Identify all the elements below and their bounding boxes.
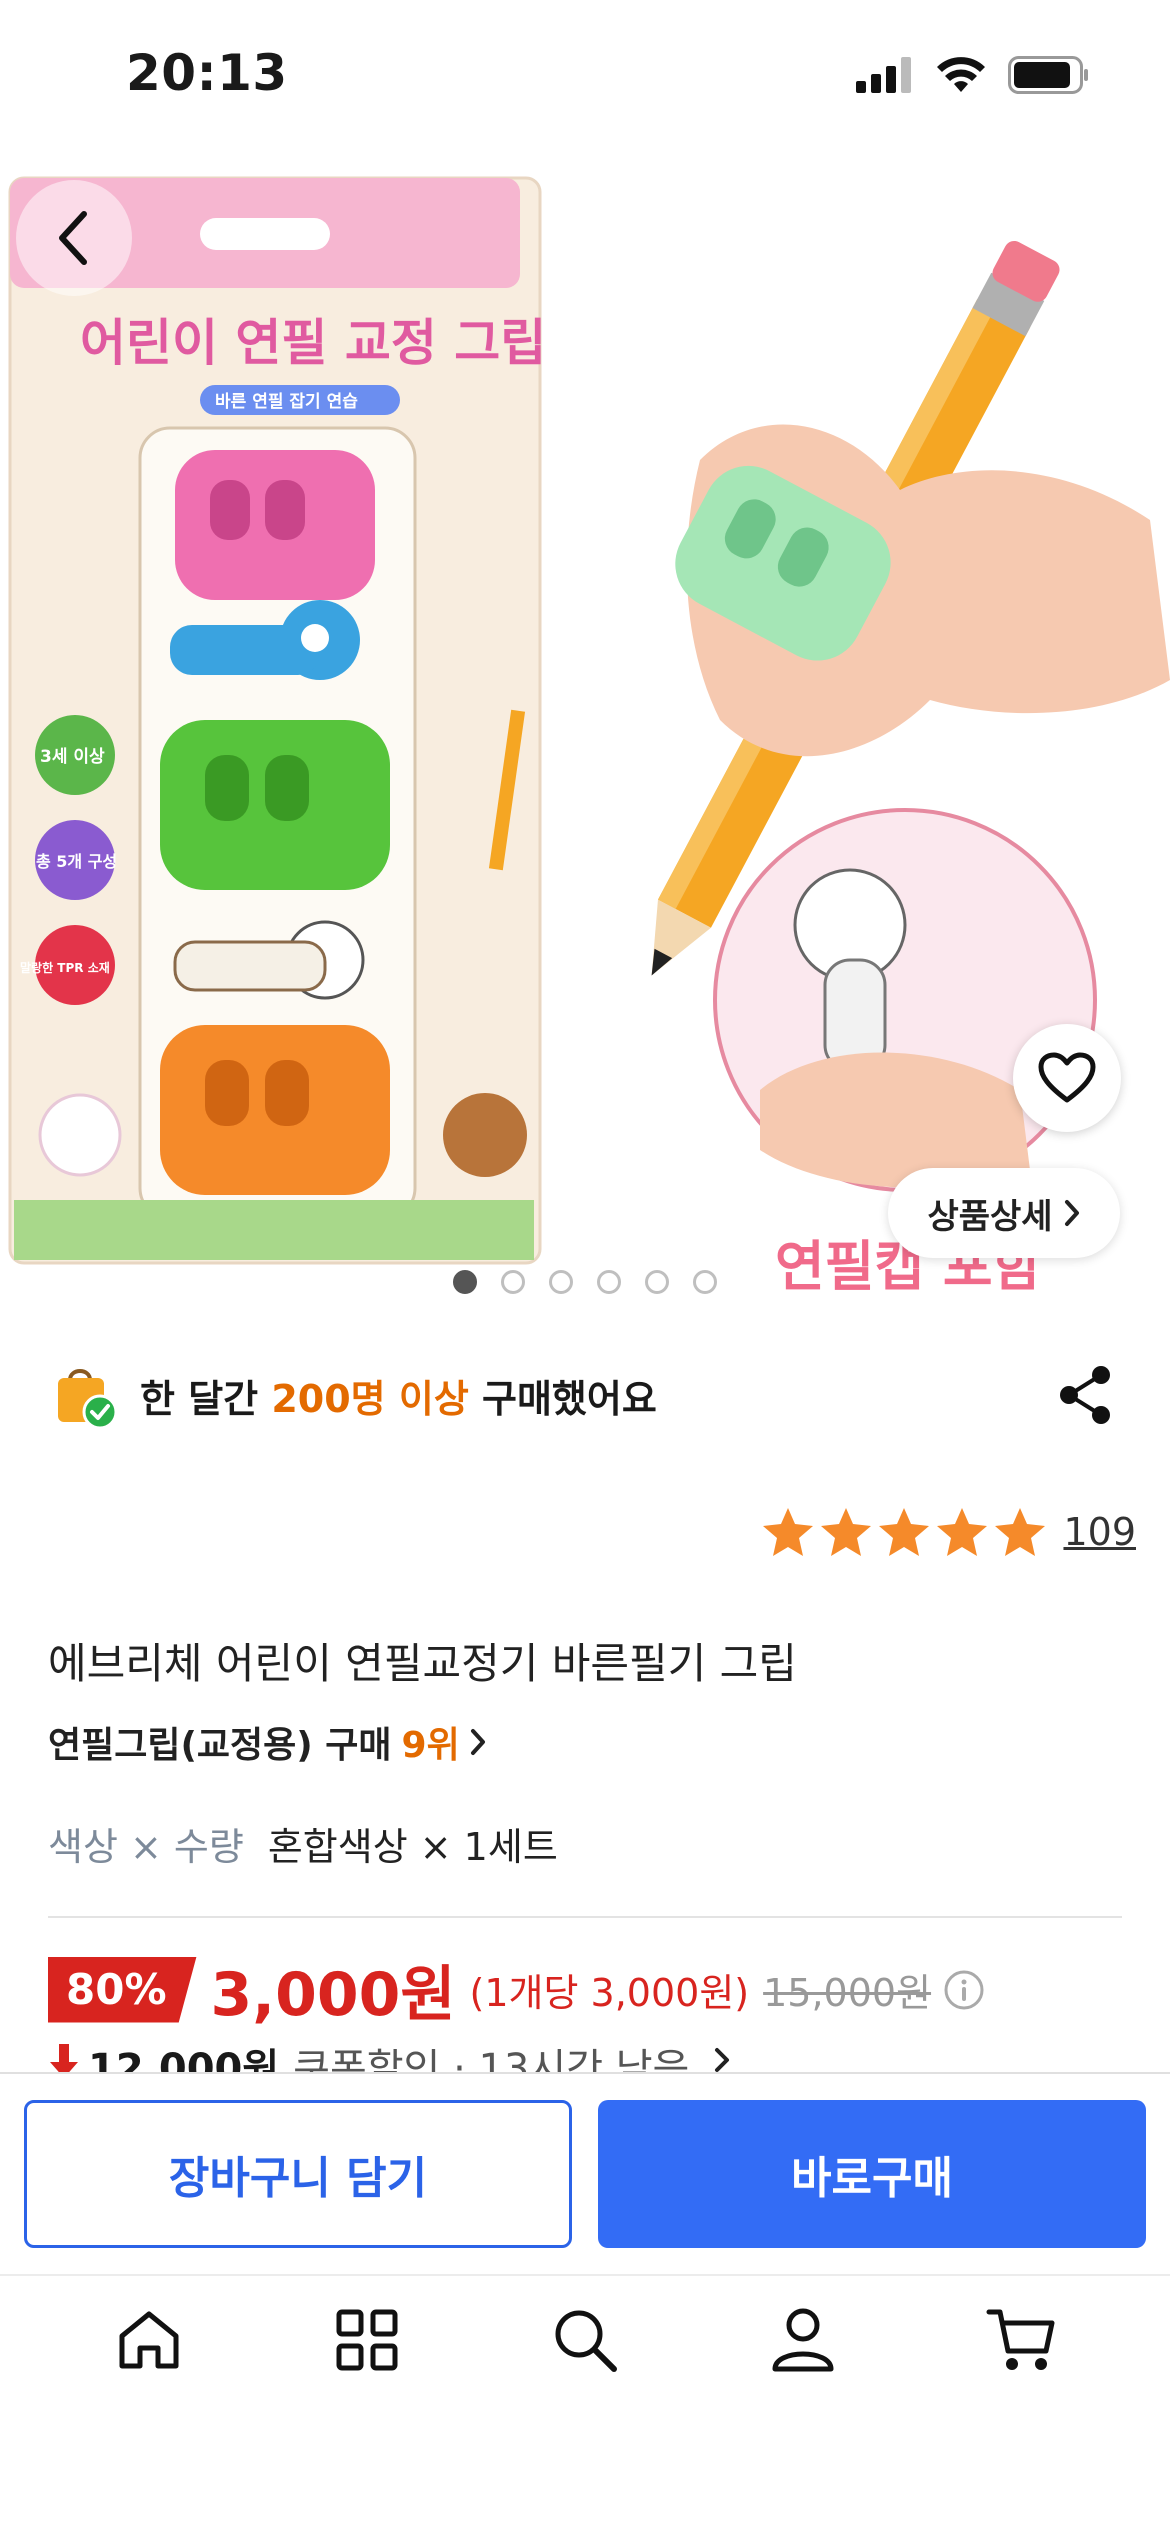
purchase-prefix: 한 달간 (140, 1376, 272, 1421)
category-rank-link[interactable]: 연필그립(교정용) 구매 9위 (48, 1716, 486, 1768)
share-icon (1060, 1366, 1110, 1424)
tab-my-page[interactable] (748, 2285, 858, 2395)
star-icon (937, 1508, 988, 1556)
purchase-highlight: 200명 이상 (271, 1376, 469, 1421)
purchase-count-banner: 한 달간 200명 이상 구매했어요 (50, 1350, 1120, 1440)
review-count-link[interactable]: 109 (1063, 1510, 1136, 1554)
carousel-indicator (0, 1270, 1170, 1294)
chevron-right-icon (470, 1729, 485, 1755)
box-subtitle: 바른 연필 잡기 연습 (215, 392, 358, 412)
tab-bar (0, 2274, 1170, 2404)
purchase-suffix: 구매했어요 (468, 1376, 657, 1421)
badge-material: 말랑한 TPR 소재 (20, 960, 110, 975)
purchase-count-text: 한 달간 200명 이상 구매했어요 (140, 1368, 657, 1423)
star-icon (995, 1508, 1046, 1556)
coupon-amount: 12,000원 (88, 2046, 280, 2076)
coupon-row[interactable]: 12,000원 쿠폰할인 · 13시간 남음 (48, 2036, 733, 2076)
option-value: 혼합색상 × 1세트 (267, 1825, 558, 1869)
carousel-dot[interactable] (693, 1270, 717, 1294)
rating[interactable]: 109 (761, 1506, 1136, 1558)
status-icons (856, 56, 1090, 94)
star-icon (879, 1508, 930, 1556)
sale-price: 3,000원 (210, 1960, 456, 2030)
status-time: 20:13 (126, 44, 288, 102)
coupon-description: 쿠폰할인 · 13시간 남음 (293, 2046, 690, 2076)
wishlist-button[interactable] (1013, 1024, 1121, 1132)
user-icon (772, 2308, 834, 2372)
carousel-dot[interactable] (453, 1270, 477, 1294)
grid-icon (336, 2309, 398, 2371)
product-photo: 어린이 연필 교정 그립 바른 연필 잡기 연습 3세 이상 총 5개 구성 말… (8, 176, 1170, 1298)
heart-icon (1038, 1052, 1096, 1103)
bottom-bar: 장바구니 담기 바로구매 (0, 2072, 1170, 2532)
rank-prefix: 연필그립(교정용) 구매 (48, 1725, 392, 1766)
cart-icon (986, 2309, 1055, 2370)
chevron-left-icon (59, 211, 87, 265)
chevron-right-icon (1064, 1200, 1079, 1226)
divider (48, 1916, 1122, 1918)
share-button[interactable] (1050, 1360, 1120, 1430)
original-price: 15,000원 (763, 1971, 932, 2015)
cellular-signal-icon (856, 57, 911, 93)
carousel-dot[interactable] (549, 1270, 573, 1294)
box-title: 어린이 연필 교정 그립 (80, 314, 546, 372)
badge-count: 총 5개 구성 (36, 852, 117, 871)
discount-badge: 80% (48, 1956, 197, 2023)
buy-now-button[interactable]: 바로구매 (598, 2100, 1146, 2248)
option-selector[interactable]: 색상 × 수량 혼합색상 × 1세트 (48, 1816, 558, 1871)
star-icon (821, 1508, 872, 1556)
wifi-icon (937, 57, 985, 92)
product-image-carousel[interactable]: 어린이 연필 교정 그립 바른 연필 잡기 연습 3세 이상 총 5개 구성 말… (0, 160, 1170, 1300)
tab-search[interactable] (530, 2285, 640, 2395)
tab-categories[interactable] (312, 2285, 422, 2395)
price-row: 80% 3,000원 (1개당 3,000원) 15,000원 (48, 1946, 985, 2033)
option-label: 색상 × 수량 (48, 1825, 244, 1869)
product-detail-label: 상품상세 (927, 1196, 1053, 1237)
shopping-bag-check-icon (58, 1369, 118, 1430)
carousel-dot[interactable] (597, 1270, 621, 1294)
battery-icon (1008, 56, 1088, 94)
tab-home[interactable] (94, 2285, 204, 2395)
home-icon (119, 2311, 179, 2369)
arrow-down-icon (50, 2044, 78, 2076)
search-icon (555, 2310, 617, 2372)
carousel-dot[interactable] (501, 1270, 525, 1294)
info-icon[interactable] (943, 1969, 985, 2011)
badge-age: 3세 이상 (40, 747, 105, 767)
carousel-dot[interactable] (645, 1270, 669, 1294)
chevron-right-icon (715, 2048, 730, 2072)
status-bar: 20:13 (0, 0, 1170, 160)
tab-cart[interactable] (966, 2285, 1076, 2395)
rank-number: 9위 (401, 1725, 460, 1766)
back-button[interactable] (16, 180, 132, 296)
star-icon (763, 1508, 814, 1556)
unit-price: (1개당 3,000원) (469, 1971, 750, 2015)
product-detail-button[interactable]: 상품상세 (888, 1168, 1120, 1258)
add-to-cart-button[interactable]: 장바구니 담기 (24, 2100, 572, 2248)
product-title: 에브리체 어린이 연필교정기 바른필기 그립 (48, 1639, 797, 1688)
